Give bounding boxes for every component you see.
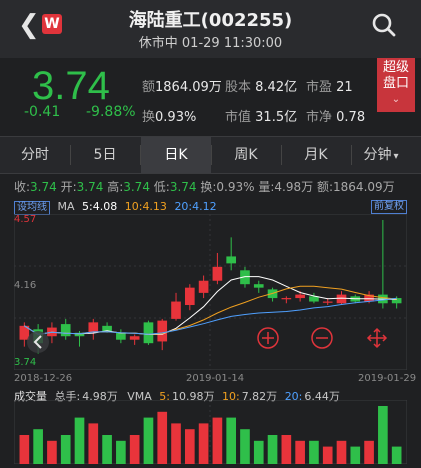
x-axis-date-2: 2019-01-14 [186,373,245,384]
kline-chart[interactable] [14,214,407,370]
candle-body [116,332,126,340]
search-icon[interactable] [371,12,397,38]
adjust-toggle[interactable]: 前复权 [371,200,407,214]
tab-intraday[interactable]: 分时 [0,137,70,173]
chevron-down-icon: ⌄ [391,94,401,105]
stock-title: 海陆重工(002255) [128,10,293,31]
volume-bar [88,423,99,464]
candle-body [143,322,154,344]
tab-monthly-k[interactable]: 月K [281,137,351,173]
super-label-2: 盘口 [382,76,409,91]
market-status: 休市中 01-29 11:30:00 [138,36,283,51]
candle-body [226,256,237,264]
top-bar: ❮ W 海陆重工(002255) 休市中 01-29 11:30:00 [0,0,421,58]
volume-bar [322,446,333,464]
tab-5day[interactable]: 5日 [70,137,140,173]
tab-minute[interactable]: 分钟 ▾ [351,137,411,173]
volume-bar [391,446,402,464]
volume-chart[interactable] [14,400,407,464]
super-label-1: 超级 [382,60,409,75]
set-ma-button[interactable]: 设均线 [14,201,50,215]
y-axis-min: 3.74 [14,357,37,368]
ma5-key: 5: [82,200,93,213]
volume-bar [157,411,168,464]
stat-market-cap: 市值 31.5亿 [225,110,298,125]
volume-bar [60,435,71,464]
tab-weekly-k[interactable]: 周K [211,137,281,173]
volume-bar [295,440,305,464]
volume-bar [129,435,140,464]
candle-body [198,280,209,293]
volume-bar [281,435,292,464]
scroll-left-icon[interactable] [27,331,49,353]
volume-bar [240,429,250,464]
volume-bar [74,417,85,464]
last-price: 3.74 [32,64,110,108]
candle-body [322,301,333,303]
volume-bar [171,423,181,464]
volume-bar [116,440,126,464]
volume-bar [33,429,43,464]
candle-body [184,287,195,306]
volume-bar [184,429,195,464]
candle-body [129,336,140,340]
x-axis-date-3: 2019-01-29 [358,373,417,384]
ma-label: MA [57,200,75,213]
chevron-down-icon: ▾ [393,151,399,162]
ma10-key: 10: [124,200,143,213]
ma10-line [24,285,397,336]
volume-bar [198,423,209,464]
candle-body [336,294,347,304]
volume-bar [19,435,30,464]
stock-detail-screen: ❮ W 海陆重工(002255) 休市中 01-29 11:30:00 3.74… [0,0,421,468]
volume-bar [102,435,112,464]
stat-shares: 股本 8.42亿 [225,80,298,95]
volume-bar [143,417,154,464]
volume-bar [253,440,264,464]
candle-body [171,301,181,319]
period-tabs: 分时 5日 日K 周K 月K 分钟 ▾ [0,136,421,174]
volume-bar [350,446,361,464]
candle-body [212,266,223,281]
quote-panel: 3.74 -0.41 -9.88% 额1864.09万 股本 8.42亿 市盈 … [0,58,421,134]
candle-body [253,284,264,288]
y-axis-max: 4.57 [14,214,37,225]
super-orderbook-button[interactable]: 超级 盘口 ⌄ [377,58,415,112]
volume-bar [364,440,374,464]
stat-amount: 额1864.09万 [142,80,222,95]
ma10-value: 4.13 [142,200,167,213]
tab-daily-k[interactable]: 日K [141,137,211,173]
candle-body [295,294,305,299]
ma-legend: 设均线 MA 5:4.08 10:4.13 20:4.12 前复权 [14,200,407,215]
volume-bar [47,440,57,464]
stat-pe: 市盈 21 [306,80,353,95]
tab-minute-label: 分钟 [363,147,392,163]
candle-body [88,322,99,333]
volume-bar [309,440,319,464]
candle-body [281,298,292,300]
price-change-pct: -9.88% [86,104,136,120]
stat-pb: 市净 0.78 [306,110,366,125]
ma5-line [24,276,397,336]
ma20-value: 4.12 [192,200,217,213]
volume-bar [378,406,388,464]
y-axis-mid: 4.16 [14,280,37,291]
price-change: -0.41 [24,104,61,120]
ma5-value: 4.08 [92,200,118,213]
volume-bar [212,417,223,464]
volume-bar [267,435,278,464]
x-axis-date-1: 2018-12-26 [14,373,73,384]
volume-bar [226,417,237,464]
fullscreen-move-icon[interactable] [366,327,388,349]
zoom-in-icon[interactable] [257,327,279,349]
candle-body [157,320,168,342]
ma20-key: 20: [174,200,193,213]
candle-body [60,324,71,337]
volume-bar [336,440,347,464]
stat-turnover: 换0.93% [142,110,197,125]
zoom-out-icon[interactable] [311,327,333,349]
ohlc-info: 收:3.74 开:3.74 高:3.74 低:3.74 换:0.93% 量:4.… [14,180,395,194]
